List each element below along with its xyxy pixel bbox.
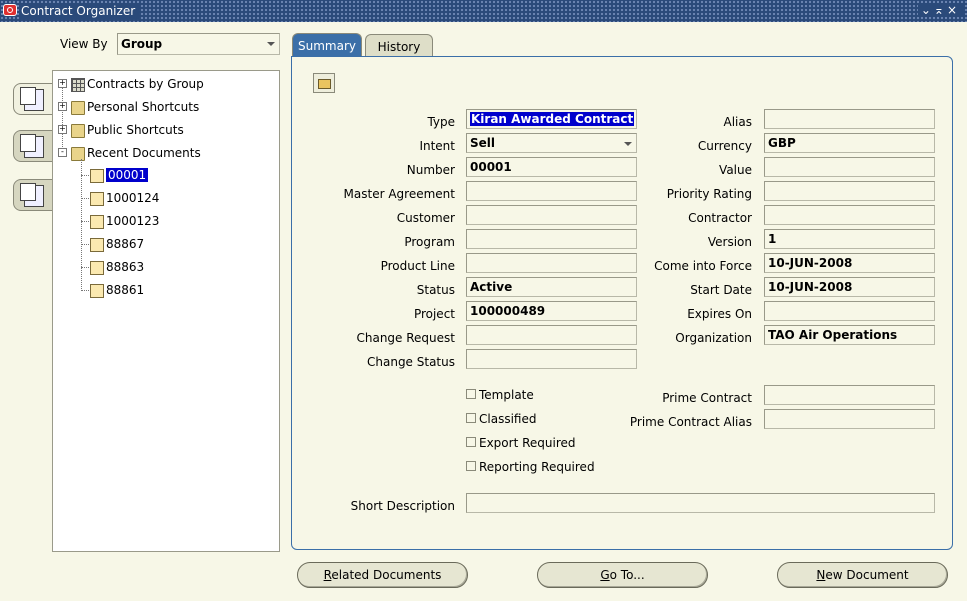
window-controls[interactable]: ⌄⌅× xyxy=(917,3,963,17)
folder-icon xyxy=(71,123,85,138)
reporting-required-checkbox[interactable] xyxy=(466,461,476,471)
priority-rating-label: Priority Rating xyxy=(666,187,752,201)
open-folder-icon xyxy=(71,146,85,161)
project-label: Project xyxy=(413,307,455,321)
organization-field[interactable]: TAO Air Operations xyxy=(764,325,935,345)
start-date-label: Start Date xyxy=(690,283,752,297)
come-into-force-label: Come into Force xyxy=(654,259,752,273)
short-description-field[interactable] xyxy=(466,493,935,513)
contractor-field[interactable] xyxy=(764,205,935,225)
short-description-label: Short Description xyxy=(350,499,455,513)
tree-item-document[interactable]: 88861 xyxy=(90,281,144,299)
go-to-button[interactable]: Go To... xyxy=(537,562,708,588)
document-icon xyxy=(90,237,104,252)
grid-icon xyxy=(71,77,85,92)
start-date-field[interactable]: 10-JUN-2008 xyxy=(764,277,935,297)
new-document-button[interactable]: New Document xyxy=(777,562,948,588)
priority-rating-field[interactable] xyxy=(764,181,935,201)
navigator-tree[interactable]: + + + - Contracts by Group Personal Shor… xyxy=(52,70,280,552)
tree-item-document[interactable]: 88867 xyxy=(90,235,144,253)
type-label: Type xyxy=(427,115,455,129)
collapse-icon[interactable]: - xyxy=(58,148,67,157)
tree-item-recent-documents[interactable]: Recent Documents xyxy=(71,144,201,162)
expand-icon[interactable]: + xyxy=(58,79,67,88)
template-checkbox-label: Template xyxy=(479,388,534,402)
version-label: Version xyxy=(707,235,752,249)
intent-label: Intent xyxy=(419,139,455,153)
alias-field[interactable] xyxy=(764,109,935,129)
version-field[interactable]: 1 xyxy=(764,229,935,249)
tab-summary[interactable]: Summary xyxy=(292,33,362,57)
currency-label: Currency xyxy=(697,139,752,153)
tab-history[interactable]: History xyxy=(365,34,433,57)
document-icon xyxy=(90,283,104,298)
expires-on-field[interactable] xyxy=(764,301,935,321)
status-label: Status xyxy=(416,283,455,297)
change-request-label: Change Request xyxy=(356,331,455,345)
organization-label: Organization xyxy=(675,331,752,345)
template-checkbox[interactable] xyxy=(466,389,476,399)
number-label: Number xyxy=(406,163,455,177)
tree-item-document[interactable]: 88863 xyxy=(90,258,144,276)
view-by-value: Group xyxy=(121,37,163,51)
documents-icon xyxy=(20,134,44,158)
customer-label: Customer xyxy=(396,211,455,225)
program-label: Program xyxy=(404,235,455,249)
product-line-label: Product Line xyxy=(380,259,455,273)
master-agreement-label: Master Agreement xyxy=(343,187,455,201)
change-status-field[interactable] xyxy=(466,349,637,369)
classified-checkbox-label: Classified xyxy=(479,412,537,426)
expand-icon[interactable]: + xyxy=(58,125,67,134)
document-icon xyxy=(90,191,104,206)
folder-icon xyxy=(71,100,85,115)
prime-contract-field[interactable] xyxy=(764,385,935,405)
tree-item-document[interactable]: 1000123 xyxy=(90,212,159,230)
window-title: Contract Organizer xyxy=(20,3,140,19)
document-icon xyxy=(90,168,104,183)
documents-icon xyxy=(20,87,44,111)
expires-on-label: Expires On xyxy=(687,307,752,321)
reporting-required-checkbox-label: Reporting Required xyxy=(479,460,595,474)
title-bar: Contract Organizer ⌄⌅× xyxy=(0,0,967,22)
documents-icon xyxy=(20,183,44,207)
open-folder-button[interactable] xyxy=(313,73,335,93)
expand-icon[interactable]: + xyxy=(58,102,67,111)
tree-item-public-shortcuts[interactable]: Public Shortcuts xyxy=(71,121,184,139)
open-folder-icon xyxy=(318,79,331,89)
prime-contract-alias-label: Prime Contract Alias xyxy=(629,415,752,429)
currency-field[interactable]: GBP xyxy=(764,133,935,153)
value-field[interactable] xyxy=(764,157,935,177)
prime-contract-label: Prime Contract xyxy=(662,391,752,405)
view-by-label: View By xyxy=(60,37,108,51)
view-by-select[interactable]: Group xyxy=(117,33,280,55)
alias-label: Alias xyxy=(723,115,752,129)
value-label: Value xyxy=(719,163,752,177)
export-required-checkbox-label: Export Required xyxy=(479,436,576,450)
change-status-label: Change Status xyxy=(367,355,455,369)
prime-contract-alias-field[interactable] xyxy=(764,409,935,429)
tree-item-document[interactable]: 00001 xyxy=(90,166,149,184)
tree-item-personal-shortcuts[interactable]: Personal Shortcuts xyxy=(71,98,199,116)
export-required-checkbox[interactable] xyxy=(466,437,476,447)
side-button-templates[interactable] xyxy=(13,179,53,211)
related-documents-button[interactable]: Related Documents xyxy=(297,562,468,588)
oracle-logo-icon xyxy=(3,4,17,16)
tree-item-document[interactable]: 1000124 xyxy=(90,189,159,207)
tree-item-contracts-by-group[interactable]: Contracts by Group xyxy=(71,75,204,93)
document-icon xyxy=(90,260,104,275)
document-icon xyxy=(90,214,104,229)
side-button-reports[interactable] xyxy=(13,130,53,162)
side-button-contracts[interactable] xyxy=(13,83,53,115)
contractor-label: Contractor xyxy=(688,211,752,225)
classified-checkbox[interactable] xyxy=(466,413,476,423)
come-into-force-field[interactable]: 10-JUN-2008 xyxy=(764,253,935,273)
